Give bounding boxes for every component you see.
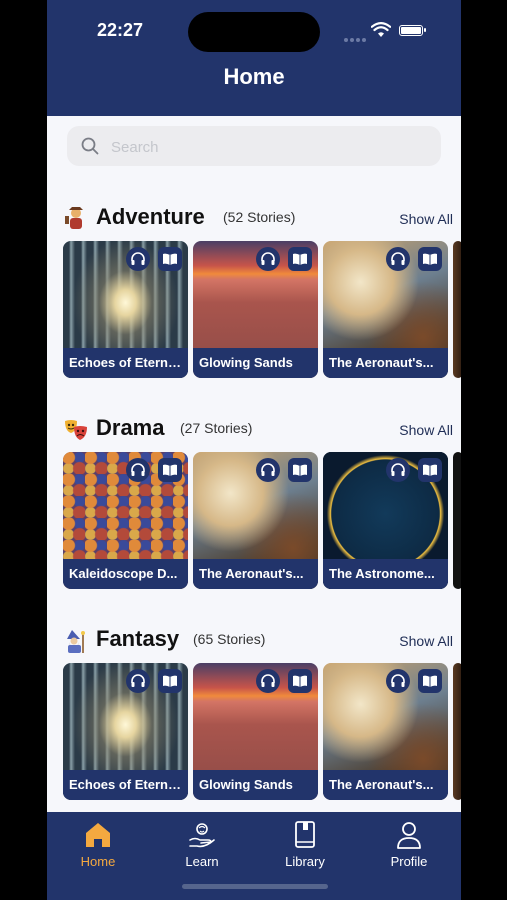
section-count: (65 Stories) — [193, 631, 266, 647]
tab-library[interactable]: Library — [260, 820, 350, 876]
tab-label: Learn — [185, 854, 219, 869]
section-adventure: Adventure (52 Stories) Show All Echoes o… — [47, 202, 461, 402]
section-count: (52 Stories) — [223, 209, 296, 225]
story-title: Kaleidoscope D... — [63, 559, 188, 589]
dynamic-island — [188, 12, 320, 52]
story-card-partial[interactable] — [453, 452, 461, 589]
open-book-icon[interactable] — [288, 669, 312, 693]
open-book-icon[interactable] — [418, 458, 442, 482]
story-card-partial[interactable] — [453, 663, 461, 800]
headphones-icon[interactable] — [256, 458, 280, 482]
open-book-icon[interactable] — [158, 458, 182, 482]
open-book-icon[interactable] — [158, 669, 182, 693]
open-book-icon[interactable] — [158, 247, 182, 271]
search-bar[interactable] — [67, 126, 441, 166]
story-title: The Aeronaut's... — [193, 559, 318, 589]
section-header: Drama (27 Stories) Show All — [63, 413, 453, 443]
header: 22:27 Home — [47, 0, 461, 116]
story-title: The Astronome... — [323, 559, 448, 589]
home-indicator[interactable] — [182, 884, 328, 889]
section-header: Fantasy (65 Stories) Show All — [63, 624, 453, 654]
headphones-icon[interactable] — [386, 247, 410, 271]
story-title: Glowing Sands — [193, 770, 318, 800]
show-all-link[interactable]: Show All — [399, 422, 453, 438]
headphones-icon[interactable] — [126, 458, 150, 482]
story-card[interactable]: Glowing Sands — [193, 663, 318, 800]
show-all-link[interactable]: Show All — [399, 633, 453, 649]
tab-profile[interactable]: Profile — [364, 820, 454, 876]
headphones-icon[interactable] — [126, 669, 150, 693]
book-icon — [295, 821, 315, 848]
tab-learn[interactable]: Learn — [157, 820, 247, 876]
story-title: Echoes of Eterni... — [63, 770, 188, 800]
story-title: The Aeronaut's... — [323, 348, 448, 378]
headphones-icon[interactable] — [386, 669, 410, 693]
search-icon — [81, 137, 99, 155]
headphones-icon[interactable] — [126, 247, 150, 271]
story-carousel[interactable]: Kaleidoscope D... The Aeronaut's... The … — [63, 452, 461, 592]
signal-icon — [344, 29, 368, 47]
story-card[interactable]: Echoes of Eterni... — [63, 241, 188, 378]
app-screen: 22:27 Home Adventure (52 Stories) Show A… — [47, 0, 461, 900]
theater-masks-icon — [63, 417, 89, 441]
story-card[interactable]: Kaleidoscope D... — [63, 452, 188, 589]
headphones-icon[interactable] — [386, 458, 410, 482]
section-title: Drama — [96, 415, 165, 440]
story-card[interactable]: Echoes of Eterni... — [63, 663, 188, 800]
story-card[interactable]: The Aeronaut's... — [323, 241, 448, 378]
tab-label: Profile — [390, 854, 428, 869]
section-fantasy: Fantasy (65 Stories) Show All Echoes of … — [47, 624, 461, 824]
battery-icon — [399, 25, 426, 36]
search-input[interactable] — [109, 134, 413, 160]
headphones-icon[interactable] — [256, 247, 280, 271]
wifi-icon — [370, 22, 392, 43]
section-drama: Drama (27 Stories) Show All Kaleidoscope… — [47, 413, 461, 613]
story-card[interactable]: Glowing Sands — [193, 241, 318, 378]
open-book-icon[interactable] — [418, 669, 442, 693]
section-count: (27 Stories) — [180, 420, 253, 436]
headphones-icon[interactable] — [256, 669, 280, 693]
section-title: Fantasy — [96, 626, 180, 651]
page-title: Home — [223, 64, 285, 89]
story-card[interactable]: The Aeronaut's... — [193, 452, 318, 589]
open-book-icon[interactable] — [288, 247, 312, 271]
tab-label: Home — [80, 854, 116, 869]
tab-home[interactable]: Home — [53, 820, 143, 876]
story-card-partial[interactable] — [453, 241, 461, 378]
open-book-icon[interactable] — [418, 247, 442, 271]
show-all-link[interactable]: Show All — [399, 211, 453, 227]
adventurer-icon — [63, 206, 89, 230]
story-card[interactable]: The Astronome... — [323, 452, 448, 589]
story-title: The Aeronaut's... — [323, 770, 448, 800]
person-icon — [397, 822, 421, 849]
story-card[interactable]: The Aeronaut's... — [323, 663, 448, 800]
status-time: 22:27 — [97, 20, 144, 40]
section-title: Adventure — [96, 204, 205, 229]
story-carousel[interactable]: Echoes of Eterni... Glowing Sands The Ae… — [63, 241, 461, 381]
story-title: Glowing Sands — [193, 348, 318, 378]
story-title: Echoes of Eterni... — [63, 348, 188, 378]
open-book-icon[interactable] — [288, 458, 312, 482]
wizard-icon — [63, 628, 89, 653]
section-header: Adventure (52 Stories) Show All — [63, 202, 453, 232]
story-carousel[interactable]: Echoes of Eterni... Glowing Sands The Ae… — [63, 663, 461, 803]
learn-icon — [189, 823, 215, 848]
home-icon — [86, 823, 110, 847]
tab-label: Library — [285, 854, 325, 869]
